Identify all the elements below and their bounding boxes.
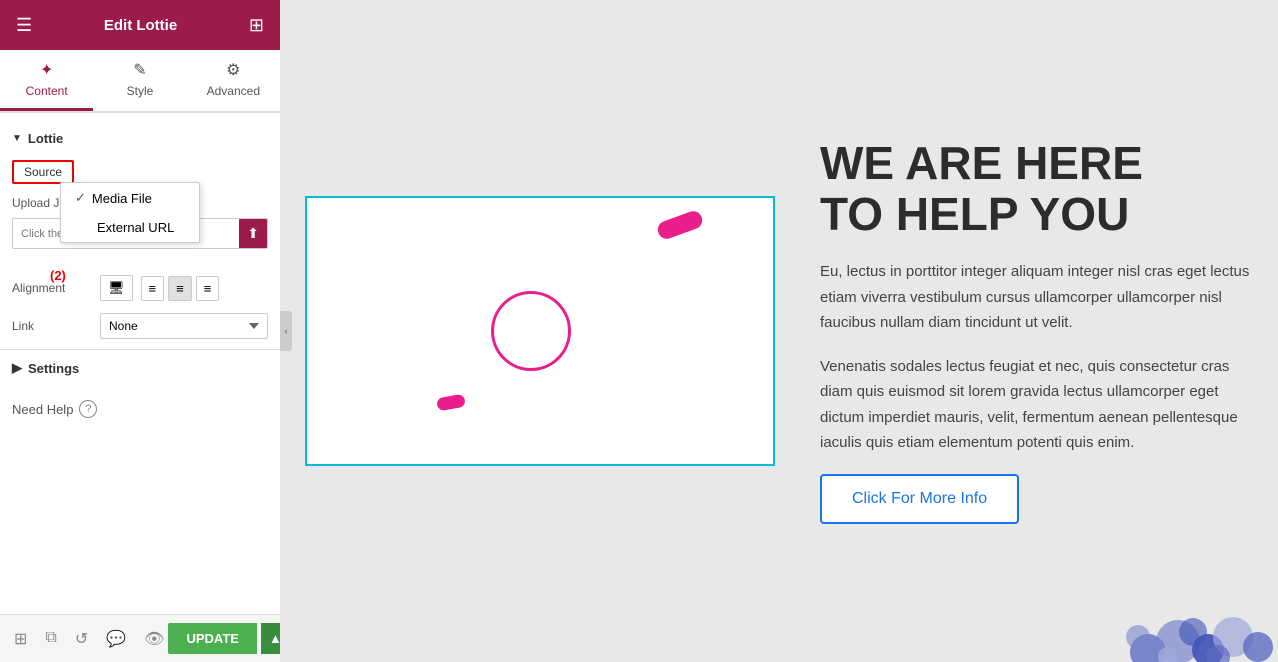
lottie-section-title: Lottie <box>28 131 63 146</box>
external-url-label: External URL <box>97 220 174 235</box>
layers-icon[interactable]: ⊞ <box>10 625 31 653</box>
monitor-icon-btn[interactable]: 🖥 <box>100 275 133 301</box>
bottom-toolbar: ⊞ ⧉ ↺ 💬 👁 UPDATE ▲ <box>0 614 280 662</box>
lottie-shape-circle <box>491 291 571 371</box>
cta-button[interactable]: Click For More Info <box>820 474 1019 524</box>
stack-icon[interactable]: ⧉ <box>41 625 60 653</box>
lottie-section-header[interactable]: ▼ Lottie <box>0 123 280 154</box>
undo-icon[interactable]: ↺ <box>71 625 92 653</box>
align-right-btn[interactable]: ≡ <box>196 276 220 301</box>
lottie-shape-pill-top <box>655 209 704 242</box>
align-left-btn[interactable]: ≡ <box>141 276 165 301</box>
panel-header: ☰ Edit Lottie ⊞ <box>0 0 280 50</box>
left-panel: ☰ Edit Lottie ⊞ ✦ Content ✎ Style ⚙ Adva… <box>0 0 280 662</box>
link-row: Link None <box>0 307 280 345</box>
paragraph-2: Venenatis sodales lectus feugiat et nec,… <box>820 354 1258 456</box>
align-options: ≡ ≡ ≡ <box>141 276 220 301</box>
main-content: WE ARE HERE TO HELP YOU Eu, lectus in po… <box>280 0 1278 662</box>
chat-icon[interactable]: 💬 <box>102 625 130 653</box>
settings-header[interactable]: ▶ Settings <box>0 350 280 386</box>
toolbar-left: ⊞ ⧉ ↺ 💬 👁 <box>10 625 168 653</box>
source-row: Source ✓ Media File External URL (1) <box>0 154 280 190</box>
eye-icon[interactable]: 👁 <box>140 625 168 653</box>
grid-icon[interactable]: ⊞ <box>249 15 264 36</box>
need-help[interactable]: Need Help ? <box>0 386 280 432</box>
right-content: WE ARE HERE TO HELP YOU Eu, lectus in po… <box>820 20 1258 642</box>
update-button[interactable]: UPDATE <box>168 623 256 654</box>
flowers-decoration <box>1118 562 1278 662</box>
settings-section: ▶ Settings <box>0 349 280 386</box>
settings-arrow: ▶ <box>12 360 22 376</box>
upload-btn[interactable]: ⬆ <box>239 219 267 248</box>
check-icon: ✓ <box>75 190 86 206</box>
alignment-label: Alignment <box>12 281 92 295</box>
panel-content: ▼ Lottie Source ✓ Media File External UR… <box>0 113 280 614</box>
tab-style[interactable]: ✎ Style <box>93 50 186 111</box>
align-center-btn[interactable]: ≡ <box>168 276 192 301</box>
media-file-label: Media File <box>92 191 152 206</box>
settings-title: Settings <box>28 361 79 376</box>
lottie-section-arrow: ▼ <box>12 133 22 144</box>
lottie-shape-pill-bottom <box>436 394 466 412</box>
source-button[interactable]: Source <box>12 160 74 184</box>
tab-content[interactable]: ✦ Content <box>0 50 93 111</box>
alignment-row: Alignment 🖥 ≡ ≡ ≡ <box>0 269 280 307</box>
source-dropdown: ✓ Media File External URL <box>60 182 200 243</box>
tab-style-label: Style <box>127 84 154 98</box>
advanced-tab-icon: ⚙ <box>226 60 240 80</box>
media-file-option[interactable]: ✓ Media File <box>61 183 199 213</box>
main-heading: WE ARE HERE TO HELP YOU <box>820 138 1258 239</box>
help-icon: ? <box>79 400 97 418</box>
tab-advanced-label: Advanced <box>207 84 260 98</box>
collapse-handle[interactable]: ‹ <box>280 311 292 351</box>
tab-content-label: Content <box>26 84 68 98</box>
external-url-option[interactable]: External URL <box>61 213 199 242</box>
panel-title: Edit Lottie <box>104 17 177 34</box>
content-tab-icon: ✦ <box>40 60 53 80</box>
hamburger-icon[interactable]: ☰ <box>16 15 32 36</box>
tab-advanced[interactable]: ⚙ Advanced <box>187 50 280 111</box>
toolbar-right: UPDATE ▲ <box>168 623 289 654</box>
lottie-canvas[interactable] <box>305 196 775 466</box>
link-select[interactable]: None <box>100 313 268 339</box>
link-label: Link <box>12 319 92 333</box>
need-help-text: Need Help <box>12 402 73 417</box>
canvas-area <box>300 20 780 642</box>
paragraph-1: Eu, lectus in porttitor integer aliquam … <box>820 259 1258 336</box>
style-tab-icon: ✎ <box>133 60 146 80</box>
panel-tabs: ✦ Content ✎ Style ⚙ Advanced <box>0 50 280 113</box>
